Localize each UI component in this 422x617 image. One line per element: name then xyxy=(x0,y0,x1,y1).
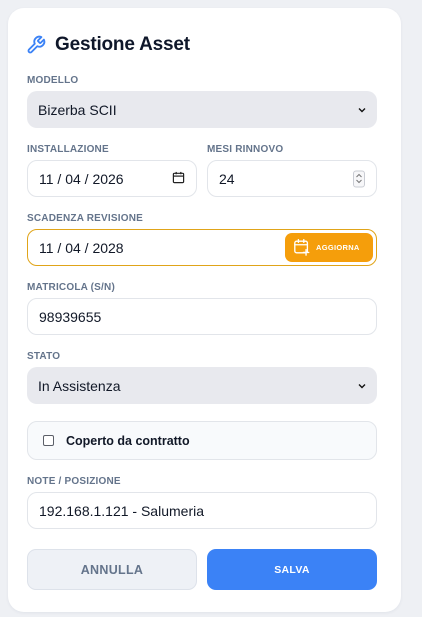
installazione-label: INSTALLAZIONE xyxy=(27,144,109,155)
stato-select[interactable]: In Assistenza xyxy=(27,367,377,404)
matricola-value: 98939655 xyxy=(39,308,102,325)
modello-value: Bizerba SCII xyxy=(38,101,117,118)
stato-value: In Assistenza xyxy=(38,377,121,394)
note-value: 192.168.1.121 - Salumeria xyxy=(39,502,204,519)
wrench-icon xyxy=(26,35,46,55)
mesi-rinnovo-value: 24 xyxy=(219,170,235,187)
modello-select[interactable]: Bizerba SCII xyxy=(27,91,377,128)
contratto-label: Coperto da contratto xyxy=(66,433,190,448)
stato-label: STATO xyxy=(27,351,61,362)
installazione-value: 11 / 04 / 2026 xyxy=(39,170,124,187)
note-input[interactable]: 192.168.1.121 - Salumeria xyxy=(27,492,377,529)
aggiorna-label: AGGIORNA xyxy=(316,243,360,252)
note-label: NOTE / POSIZIONE xyxy=(27,476,121,487)
page-title: Gestione Asset xyxy=(55,34,190,55)
chevron-down-icon xyxy=(357,378,367,394)
matricola-label: MATRICOLA (S/N) xyxy=(27,282,115,293)
matricola-input[interactable]: 98939655 xyxy=(27,298,377,335)
mesi-rinnovo-label: MESI RINNOVO xyxy=(207,144,284,155)
annulla-button[interactable]: ANNULLA xyxy=(27,549,197,590)
calendar-icon[interactable] xyxy=(172,171,185,187)
scadenza-value: 11 / 04 / 2028 xyxy=(39,239,124,256)
contratto-checkbox-row[interactable]: Coperto da contratto xyxy=(27,421,377,460)
scadenza-label: SCADENZA REVISIONE xyxy=(27,213,144,224)
aggiorna-button[interactable]: AGGIORNA xyxy=(285,233,373,262)
calendar-plus-icon xyxy=(293,238,311,258)
installazione-date-input[interactable]: 11 / 04 / 2026 xyxy=(27,160,197,197)
salva-button[interactable]: SALVA xyxy=(207,549,377,590)
number-spinner-icon[interactable] xyxy=(353,170,365,187)
modello-label: MODELLO xyxy=(27,75,79,86)
chevron-down-icon xyxy=(357,102,367,118)
header: Gestione Asset xyxy=(26,34,190,56)
mesi-rinnovo-number-input[interactable]: 24 xyxy=(207,160,377,197)
contratto-checkbox[interactable] xyxy=(43,435,54,446)
scadenza-date-input[interactable]: 11 / 04 / 2028 AGGIORNA xyxy=(27,229,377,266)
